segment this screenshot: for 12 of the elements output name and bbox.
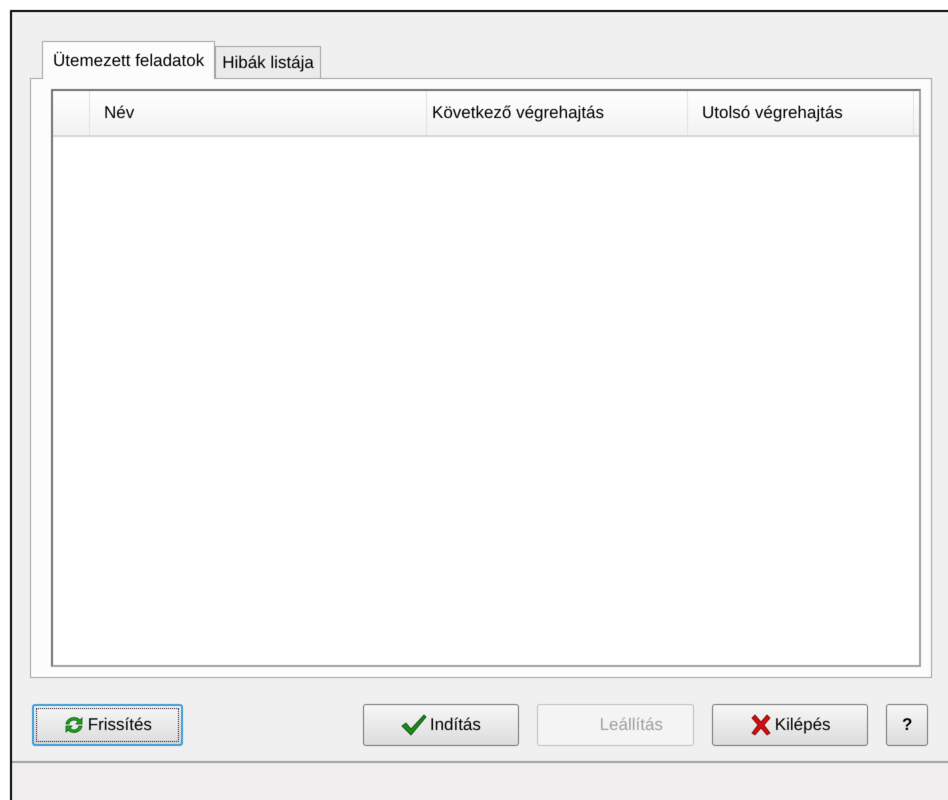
tab[interactable]: Hibák listája (215, 46, 321, 78)
refresh-icon (62, 715, 85, 735)
checkmark-icon (400, 714, 427, 736)
tab[interactable]: Ütemezett feladatok (42, 41, 216, 79)
column-header[interactable]: Következő végrehajtás (427, 91, 688, 135)
column-header[interactable]: Név (90, 91, 427, 135)
action-button[interactable]: Indítás (362, 704, 520, 746)
column-header[interactable]: Utolsó végrehajtás (688, 91, 914, 135)
help-button[interactable]: ? (886, 704, 928, 746)
cross-icon (750, 714, 772, 736)
action-button[interactable]: Kilépés (712, 704, 868, 746)
action-button[interactable]: Frissítés (32, 704, 183, 746)
